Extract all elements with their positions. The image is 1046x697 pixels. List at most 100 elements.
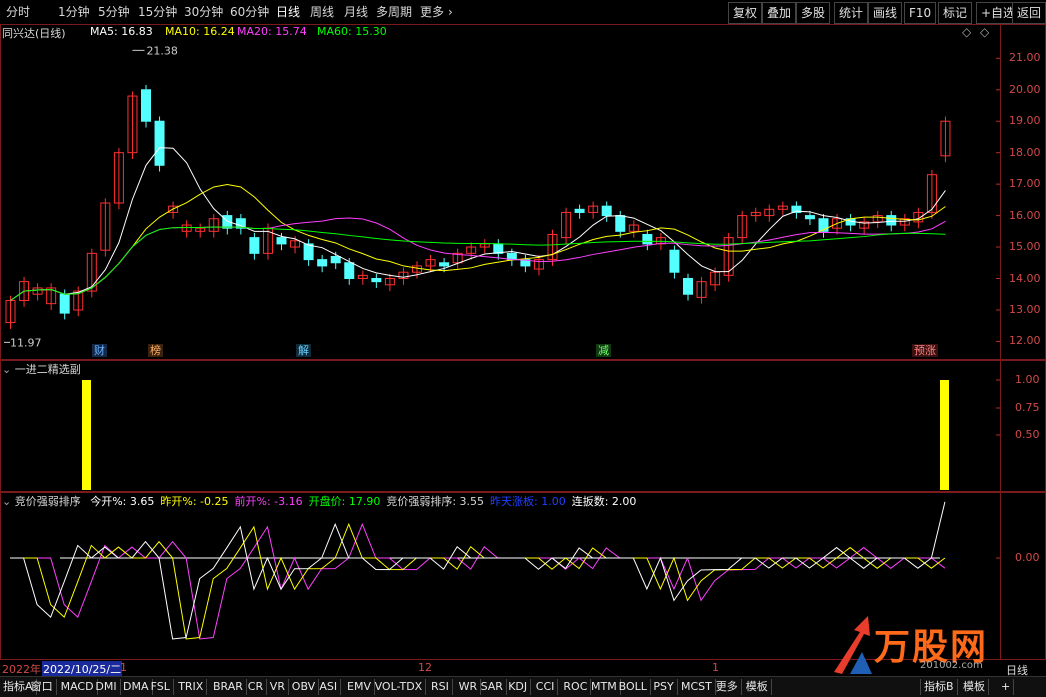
indicator-tab-21[interactable]: BOLL <box>616 679 651 695</box>
indicator-b-tab[interactable]: 指标B <box>920 679 958 695</box>
period-tab-6[interactable]: 日线 <box>276 4 300 20</box>
more-chevron-icon[interactable]: › <box>448 4 453 20</box>
candle <box>303 243 314 261</box>
date-tick-1: 12 <box>418 661 432 674</box>
signal-tick-2: 0.50 <box>1015 428 1040 441</box>
price-tick-3: 18.00 <box>1009 145 1041 159</box>
indicator-tab-1[interactable]: 窗口 <box>28 679 57 695</box>
watermark-logo: 万股网 201002.com <box>820 612 1040 676</box>
price-tick-7: 14.00 <box>1009 271 1041 285</box>
indicator-tab-11[interactable]: ASI <box>316 679 342 695</box>
event-badge-1[interactable]: 榜 <box>148 344 163 357</box>
ma20-line <box>10 217 946 301</box>
signal-bars-chart[interactable] <box>0 360 1000 492</box>
period-tab-4[interactable]: 30分钟 <box>184 4 223 20</box>
ma10-line <box>10 183 946 301</box>
price-tick-8: 13.00 <box>1009 302 1041 316</box>
signal-bar <box>82 380 91 490</box>
candle <box>669 249 680 273</box>
period-tab-10[interactable]: 更多 <box>420 4 444 20</box>
candle <box>615 215 626 232</box>
indicator-tab-17[interactable]: KDJ <box>505 679 532 695</box>
toolbar-button-1[interactable]: 叠加 <box>762 2 797 24</box>
signal-bar <box>940 380 949 490</box>
indicator-tab-3[interactable]: DMI <box>92 679 121 695</box>
candle <box>439 262 450 267</box>
indicator-tab-10[interactable]: OBV <box>289 679 320 695</box>
candle <box>154 120 165 166</box>
candle <box>683 278 693 295</box>
toolbar-button-4[interactable]: 画线 <box>868 2 903 24</box>
candle <box>574 208 585 213</box>
today-open-line <box>10 501 946 640</box>
add-indicator-button[interactable]: + <box>998 679 1015 695</box>
event-badge-0[interactable]: 财 <box>92 344 107 357</box>
watermark-url: 201002.com <box>920 660 983 671</box>
candle <box>886 215 897 226</box>
indicator-tab-14[interactable]: RSI <box>428 679 453 695</box>
event-badge-3[interactable]: 减 <box>596 344 611 357</box>
toolbar-button-6[interactable]: 标记 <box>938 2 973 24</box>
indicator-tab-6[interactable]: TRIX <box>175 679 208 695</box>
price-tick-1: 20.00 <box>1009 82 1041 96</box>
indicator-tab-7[interactable]: BRAR <box>210 679 247 695</box>
period-tab-3[interactable]: 15分钟 <box>138 4 177 20</box>
toolbar-button-0[interactable]: 复权 <box>728 2 763 24</box>
candle <box>330 255 341 264</box>
price-tick-4: 17.00 <box>1009 177 1041 191</box>
period-tab-8[interactable]: 月线 <box>344 4 368 20</box>
indicator-tab-18[interactable]: CCI <box>533 679 559 695</box>
cursor-date: 2022/10/25/二 <box>42 661 123 677</box>
candle <box>344 262 355 280</box>
candle <box>601 205 612 217</box>
high-marker: 21.38 <box>146 44 178 57</box>
period-tab-2[interactable]: 5分钟 <box>98 4 130 20</box>
date-tick-2: 1 <box>712 661 719 674</box>
candle <box>642 233 653 245</box>
signal-tick-0: 1.00 <box>1015 373 1040 386</box>
template-b-tab[interactable]: 模板 <box>960 679 989 695</box>
candle <box>141 89 151 122</box>
candle <box>371 278 382 283</box>
period-tab-7[interactable]: 周线 <box>310 4 334 20</box>
price-tick-5: 16.00 <box>1009 208 1041 222</box>
price-tick-6: 15.00 <box>1009 240 1041 254</box>
toolbar-button-3[interactable]: 统计 <box>834 2 869 24</box>
price-axis: 21.00 20.00 19.00 18.00 17.00 16.00 15.00 14.00… <box>1000 24 1046 360</box>
indicator-tab-9[interactable]: VR <box>267 679 289 695</box>
indicator-tab-23[interactable]: MCST <box>678 679 716 695</box>
period-tab-5[interactable]: 60分钟 <box>230 4 269 20</box>
period-tab-9[interactable]: 多周期 <box>376 4 412 20</box>
low-marker: 11.97 <box>10 336 42 349</box>
indicator-tab-8[interactable]: CR <box>245 679 268 695</box>
indicator-tab-16[interactable]: SAR <box>478 679 507 695</box>
signal-tick-1: 0.75 <box>1015 401 1040 414</box>
indicator-tab-5[interactable]: FSL <box>148 679 174 695</box>
year-label: 2022年 <box>2 663 41 676</box>
period-tab-1[interactable]: 1分钟 <box>58 4 90 20</box>
yesterday-open-line <box>10 522 946 640</box>
price-tick-2: 19.00 <box>1009 114 1041 128</box>
date-tick-0: 1 <box>120 661 127 674</box>
event-badge-2[interactable]: 解 <box>296 344 311 357</box>
signal-axis: 1.00 0.75 0.50 <box>1000 360 1046 492</box>
toolbar-button-8[interactable]: 返回 <box>1012 2 1046 24</box>
candle <box>317 259 328 267</box>
period-tab-0[interactable]: 分时 <box>6 4 30 20</box>
indicator-tab-22[interactable]: PSY <box>650 679 678 695</box>
indicator-tab-13[interactable]: VOL-TDX <box>372 679 427 695</box>
candle <box>59 293 70 314</box>
toolbar-button-5[interactable]: F10 <box>904 2 937 24</box>
indicator-tab-19[interactable]: ROC <box>560 679 592 695</box>
indicator-tab-25[interactable]: 模板 <box>743 679 772 695</box>
event-badge-4[interactable]: 预涨 <box>912 344 938 357</box>
prev-open-line <box>10 522 946 640</box>
candlestick-chart[interactable]: 21.38 11.97 <box>0 24 1000 360</box>
indicator-tab-12[interactable]: EMV <box>344 679 375 695</box>
period-toolbar: 分时 1分钟 5分钟 15分钟 30分钟 60分钟 日线 周线 月线 多周期 更多 › 复权 叠加 多股统… <box>0 0 1046 25</box>
price-tick-0: 21.00 <box>1009 51 1041 65</box>
auction-tick-0: 0.00 <box>1015 551 1040 564</box>
indicator-tab-24[interactable]: 更多 <box>713 679 742 695</box>
toolbar-button-2[interactable]: 多股 <box>796 2 831 24</box>
price-tick-9: 12.00 <box>1009 334 1041 348</box>
